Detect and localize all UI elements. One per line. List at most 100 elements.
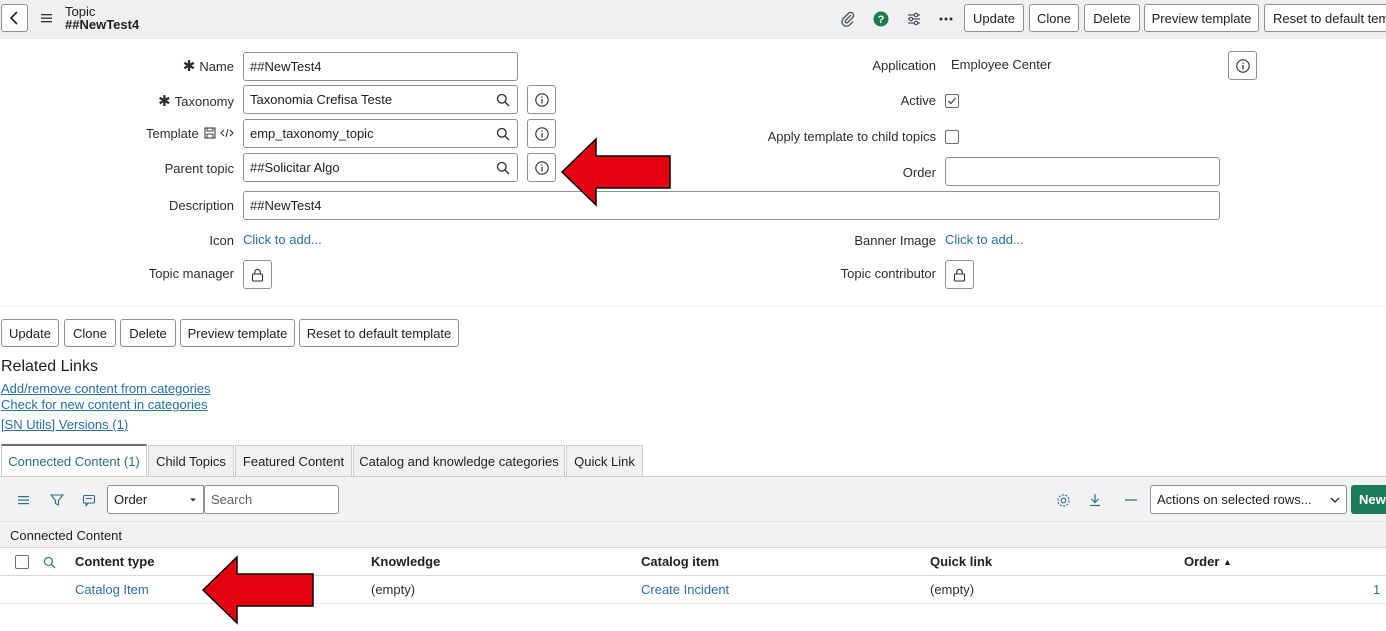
delete-button[interactable]: Delete bbox=[1084, 4, 1140, 32]
info-icon bbox=[534, 126, 549, 141]
record-title: Topic ##NewTest4 bbox=[65, 5, 139, 31]
taxonomy-label: ✱ Taxonomy bbox=[158, 93, 234, 110]
apply-template-label: Apply template to child topics bbox=[767, 129, 936, 144]
taxonomy-field[interactable]: Taxonomia Crefisa Teste bbox=[243, 85, 490, 114]
list-settings-icon[interactable] bbox=[1055, 492, 1071, 508]
order-select[interactable]: Order bbox=[107, 485, 204, 514]
column-header-quick-link[interactable]: Quick link bbox=[930, 554, 992, 569]
filter-icon[interactable] bbox=[49, 492, 65, 508]
tab-quick-link[interactable]: Quick Link bbox=[566, 445, 643, 476]
form-divider bbox=[0, 306, 1386, 307]
related-link-check-new[interactable]: Check for new content in categories bbox=[1, 397, 208, 412]
tab-child-topics[interactable]: Child Topics bbox=[148, 445, 234, 476]
clone-button[interactable]: Clone bbox=[1029, 4, 1079, 32]
list-search-placeholder: Search bbox=[211, 492, 253, 507]
related-links-title: Related Links bbox=[1, 358, 98, 375]
required-icon: ✱ bbox=[158, 93, 171, 110]
bottom-update-button[interactable]: Update bbox=[1, 319, 59, 347]
topic-contributor-lock-button[interactable] bbox=[945, 260, 974, 289]
menu-icon[interactable] bbox=[40, 11, 54, 25]
name-field[interactable]: ##NewTest4 bbox=[243, 52, 518, 81]
column-header-catalog-item[interactable]: Catalog item bbox=[641, 554, 719, 569]
parent-topic-info-button[interactable] bbox=[527, 153, 556, 182]
icon-add-link[interactable]: Click to add... bbox=[243, 232, 322, 247]
parent-topic-lookup-button[interactable] bbox=[489, 153, 518, 182]
dropdown-caret-icon bbox=[190, 498, 196, 501]
info-icon bbox=[534, 92, 549, 107]
settings-sliders-icon[interactable] bbox=[905, 10, 923, 28]
tab-connected-content[interactable]: Connected Content (1) bbox=[1, 444, 147, 476]
more-icon[interactable] bbox=[937, 10, 955, 28]
order-field[interactable] bbox=[945, 157, 1220, 186]
related-link-versions[interactable]: [SN Utils] Versions (1) bbox=[1, 417, 128, 432]
topic-contributor-label: Topic contributor bbox=[840, 266, 936, 281]
application-label: Application bbox=[872, 58, 936, 73]
description-label: Description bbox=[168, 198, 234, 213]
cell-quick-link: (empty) bbox=[930, 582, 975, 597]
checkmark-icon bbox=[948, 97, 957, 105]
banner-image-add-link[interactable]: Click to add... bbox=[945, 232, 1024, 247]
topic-manager-lock-button[interactable] bbox=[243, 260, 272, 289]
required-icon: ✱ bbox=[182, 58, 196, 75]
parent-topic-field[interactable]: ##Solicitar Algo bbox=[243, 153, 490, 182]
template-info-button[interactable] bbox=[527, 119, 556, 148]
actions-on-selected-select[interactable]: Actions on selected rows... bbox=[1150, 485, 1347, 514]
bottom-delete-button[interactable]: Delete bbox=[120, 319, 176, 347]
help-icon[interactable]: ? bbox=[872, 10, 890, 28]
icon-label: Icon bbox=[209, 233, 234, 248]
apply-template-checkbox[interactable] bbox=[945, 130, 959, 144]
cell-order[interactable]: 1 bbox=[1373, 582, 1380, 597]
description-field[interactable]: ##NewTest4 bbox=[243, 191, 1220, 220]
svg-text:?: ? bbox=[878, 14, 885, 26]
cell-catalog-item[interactable]: Create Incident bbox=[641, 582, 729, 597]
collapse-icon[interactable] bbox=[1123, 492, 1139, 508]
column-header-content-type[interactable]: Content type bbox=[75, 554, 154, 569]
list-search-input[interactable]: Search bbox=[204, 485, 339, 514]
column-header-knowledge[interactable]: Knowledge bbox=[371, 554, 440, 569]
lock-icon bbox=[251, 268, 264, 282]
update-button[interactable]: Update bbox=[964, 4, 1024, 32]
record-name: ##NewTest4 bbox=[65, 17, 140, 32]
order-label: Order bbox=[902, 165, 936, 180]
code-icon bbox=[220, 128, 234, 138]
list-caption: Connected Content bbox=[0, 521, 1386, 548]
tab-catalog-knowledge-categories[interactable]: Catalog and knowledge categories bbox=[353, 445, 565, 476]
application-value: Employee Center bbox=[951, 57, 1052, 72]
bottom-preview-template-button[interactable]: Preview template bbox=[180, 319, 295, 347]
red-arrow-content-type-annotation bbox=[201, 555, 314, 625]
template-lookup-button[interactable] bbox=[489, 119, 518, 148]
back-icon bbox=[9, 11, 18, 25]
comment-icon[interactable] bbox=[81, 492, 97, 508]
column-header-order[interactable]: Order ▲ bbox=[1184, 554, 1232, 569]
list-menu-icon[interactable] bbox=[16, 492, 32, 508]
save-icon bbox=[204, 127, 216, 139]
attachment-icon[interactable] bbox=[839, 10, 857, 28]
back-button[interactable] bbox=[1, 4, 28, 32]
reset-template-button[interactable]: Reset to default template bbox=[1264, 4, 1386, 32]
template-field[interactable]: emp_taxonomy_topic bbox=[243, 119, 490, 148]
preview-template-button[interactable]: Preview template bbox=[1144, 4, 1259, 32]
banner-image-label: Banner Image bbox=[854, 233, 936, 248]
taxonomy-lookup-button[interactable] bbox=[489, 85, 518, 114]
related-link-add-remove[interactable]: Add/remove content from categories bbox=[1, 381, 211, 396]
name-label: ✱ Name bbox=[182, 58, 234, 75]
cell-content-type[interactable]: Catalog Item bbox=[75, 582, 149, 597]
bottom-reset-template-button[interactable]: Reset to default template bbox=[299, 319, 459, 347]
column-search-icon[interactable] bbox=[41, 554, 57, 570]
parent-topic-label: Parent topic bbox=[164, 161, 234, 176]
cell-knowledge: (empty) bbox=[371, 582, 416, 597]
active-checkbox[interactable] bbox=[945, 94, 959, 108]
record-header: Topic ##NewTest4 ? Update Clone Delete P… bbox=[0, 0, 1386, 39]
info-icon bbox=[1235, 58, 1250, 73]
application-info-button[interactable] bbox=[1228, 51, 1257, 80]
search-icon bbox=[496, 127, 510, 140]
topic-manager-label: Topic manager bbox=[148, 266, 234, 281]
taxonomy-info-button[interactable] bbox=[527, 85, 556, 114]
tab-featured-content[interactable]: Featured Content bbox=[235, 445, 352, 476]
select-all-checkbox[interactable] bbox=[15, 555, 29, 569]
new-button[interactable]: New bbox=[1351, 485, 1386, 514]
template-label: Template bbox=[140, 126, 234, 141]
bottom-clone-button[interactable]: Clone bbox=[64, 319, 116, 347]
download-icon[interactable] bbox=[1087, 492, 1103, 508]
search-icon bbox=[496, 161, 510, 174]
